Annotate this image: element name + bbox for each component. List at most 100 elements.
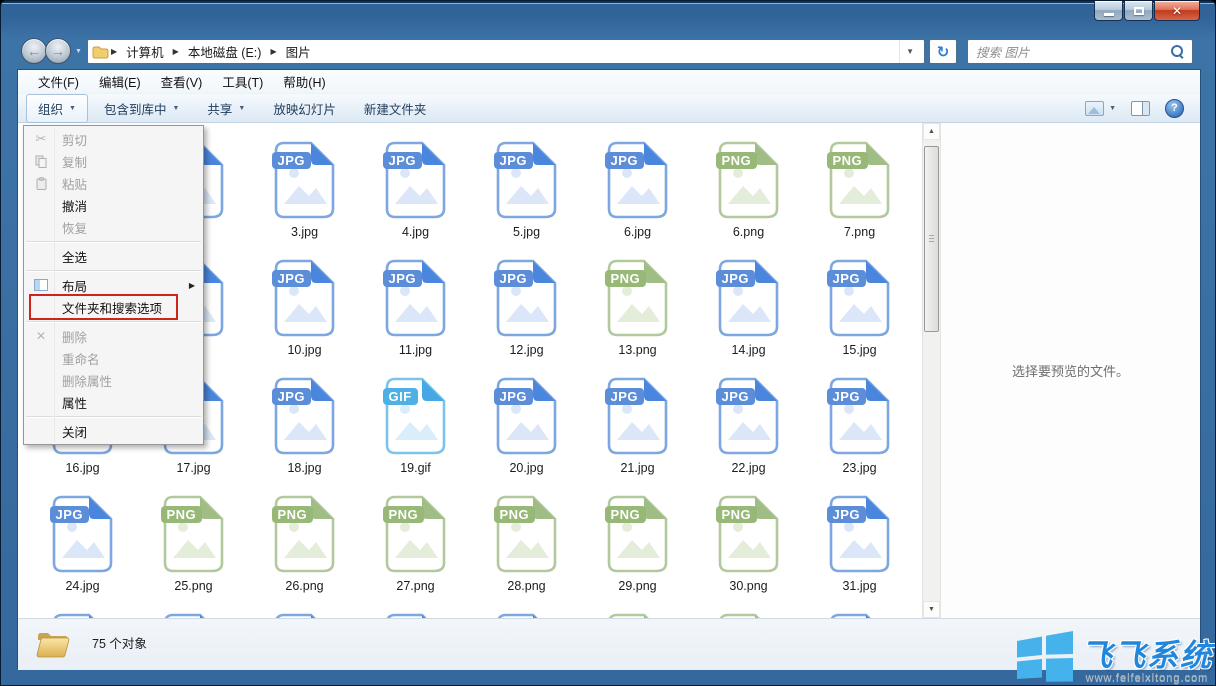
file-item[interactable]: JPG12.jpg [471, 255, 582, 373]
breadcrumb-item[interactable]: 本地磁盘 (E:) [183, 40, 267, 63]
address-dropdown-button[interactable]: ▼ [899, 40, 920, 63]
file-type-badge: JPG [272, 388, 312, 405]
menu-item-label: 关闭 [58, 422, 203, 441]
file-item[interactable]: JPG15.jpg [804, 255, 915, 373]
scroll-down-button[interactable]: ▼ [923, 601, 940, 618]
search-icon[interactable] [1171, 45, 1184, 58]
file-item[interactable]: JPG31.jpg [804, 491, 915, 609]
file-type-badge: PNG [716, 506, 758, 523]
preview-message: 选择要预览的文件。 [1012, 361, 1129, 380]
file-item[interactable]: PNG [582, 609, 693, 618]
file-item[interactable]: PNG27.png [360, 491, 471, 609]
file-item[interactable]: JPG11.jpg [360, 255, 471, 373]
menu-item[interactable]: 粘贴 [24, 172, 203, 194]
toolbar-button-label: 包含到库中 [104, 99, 167, 118]
change-view-button[interactable]: ▼ [1085, 101, 1116, 116]
file-item[interactable]: JPG 21.jpg [582, 373, 693, 491]
back-button[interactable]: ← [21, 38, 47, 64]
file-item[interactable]: JPG [249, 609, 360, 618]
file-item[interactable]: GIF19.gif [360, 373, 471, 491]
toolbar-button[interactable]: 共享▼ [195, 94, 257, 123]
preview-pane-button[interactable] [1131, 101, 1150, 116]
forward-icon: → [51, 43, 65, 59]
file-icon: JPG [274, 141, 336, 219]
minimize-button[interactable] [1094, 1, 1123, 21]
file-label: 21.jpg [620, 461, 654, 476]
toolbar-button[interactable]: 组织▼ [26, 94, 88, 123]
menu-item[interactable]: 布局▶ [24, 274, 203, 296]
file-item[interactable]: JPG22.jpg [693, 373, 804, 491]
file-item[interactable]: JPG3.jpg [249, 137, 360, 255]
file-item[interactable]: JPG18.jpg [249, 373, 360, 491]
menu-item[interactable]: 复制 [24, 150, 203, 172]
menubar-item[interactable]: 文件(F) [28, 69, 89, 94]
file-type-badge: JPG [494, 388, 534, 405]
toolbar-button[interactable]: 新建文件夹 [352, 94, 439, 123]
file-item[interactable]: JPG [27, 609, 138, 618]
scroll-up-button[interactable]: ▲ [923, 123, 940, 140]
file-icon: GIF [385, 377, 447, 455]
file-item[interactable]: JPG23.jpg [804, 373, 915, 491]
file-item[interactable]: JPG [471, 609, 582, 618]
menu-item[interactable]: ✂剪切 [24, 128, 203, 150]
menu-separator [26, 321, 201, 322]
menu-item[interactable]: 删除属性 [24, 369, 203, 391]
menu-item[interactable]: 全选 [24, 245, 203, 267]
search-input[interactable]: 搜索 图片 [967, 39, 1193, 64]
breadcrumb-item[interactable]: 图片 [281, 40, 316, 63]
breadcrumb-arrow-icon: ▶ [171, 47, 181, 56]
maximize-button[interactable] [1124, 1, 1153, 21]
file-item[interactable]: JPG14.jpg [693, 255, 804, 373]
file-item[interactable]: JPG24.jpg [27, 491, 138, 609]
menu-item[interactable]: ✕删除 [24, 325, 203, 347]
file-item[interactable]: JPG5.jpg [471, 137, 582, 255]
file-item[interactable]: PNG26.png [249, 491, 360, 609]
file-item[interactable]: PNG [693, 609, 804, 618]
menu-item[interactable]: 重命名 [24, 347, 203, 369]
file-item[interactable]: JPG20.jpg [471, 373, 582, 491]
file-item[interactable]: JPG [804, 609, 915, 618]
file-item[interactable]: JPG10.jpg [249, 255, 360, 373]
menu-item[interactable]: 恢复 [24, 216, 203, 238]
file-item[interactable]: PNG28.png [471, 491, 582, 609]
file-item[interactable]: JPG [360, 609, 471, 618]
menu-item[interactable]: 属性 [24, 391, 203, 413]
menubar-item[interactable]: 帮助(H) [273, 69, 335, 94]
file-item[interactable]: PNG13.png [582, 255, 693, 373]
menu-item[interactable]: 关闭 [24, 420, 203, 442]
file-item[interactable]: PNG25.png [138, 491, 249, 609]
vertical-scrollbar[interactable]: ▲ ▼ [922, 123, 940, 618]
layout-icon [24, 279, 58, 291]
file-item[interactable]: PNG30.png [693, 491, 804, 609]
menu-item[interactable]: 文件夹和搜索选项 [24, 296, 203, 318]
forward-button[interactable]: → [45, 38, 71, 64]
close-button[interactable]: ✕ [1154, 1, 1200, 21]
file-item[interactable]: PNG29.png [582, 491, 693, 609]
menu-item[interactable]: 撤消 [24, 194, 203, 216]
toolbar-button[interactable]: 放映幻灯片 [261, 94, 348, 123]
toolbar-button[interactable]: 包含到库中▼ [92, 94, 191, 123]
help-button[interactable]: ? [1165, 99, 1184, 118]
file-icon: JPG [385, 141, 447, 219]
item-count: 75 个对象 [92, 633, 147, 652]
history-dropdown-button[interactable]: ▼ [75, 48, 82, 55]
file-item[interactable]: JPG [138, 609, 249, 618]
file-icon: JPG [496, 259, 558, 337]
breadcrumb-arrow-icon: ▶ [268, 47, 278, 56]
file-item[interactable]: PNG6.png [693, 137, 804, 255]
refresh-button[interactable]: ↻ [929, 39, 957, 64]
menubar-item[interactable]: 查看(V) [151, 69, 213, 94]
file-item[interactable]: JPG4.jpg [360, 137, 471, 255]
address-bar[interactable]: ▶计算机▶本地磁盘 (E:)▶图片 ▼ [87, 39, 925, 64]
file-item[interactable]: JPG6.jpg [582, 137, 693, 255]
scroll-thumb[interactable] [924, 146, 939, 332]
breadcrumb-item[interactable]: 计算机 [121, 40, 169, 63]
file-type-badge: JPG [605, 388, 645, 405]
file-item[interactable]: PNG7.png [804, 137, 915, 255]
file-type-badge: JPG [827, 270, 867, 287]
menubar-item[interactable]: 工具(T) [212, 69, 273, 94]
menubar-item[interactable]: 编辑(E) [89, 69, 151, 94]
file-icon: PNG [385, 495, 447, 573]
file-icon: JPG [607, 377, 669, 455]
file-type-badge: JPG [827, 506, 867, 523]
